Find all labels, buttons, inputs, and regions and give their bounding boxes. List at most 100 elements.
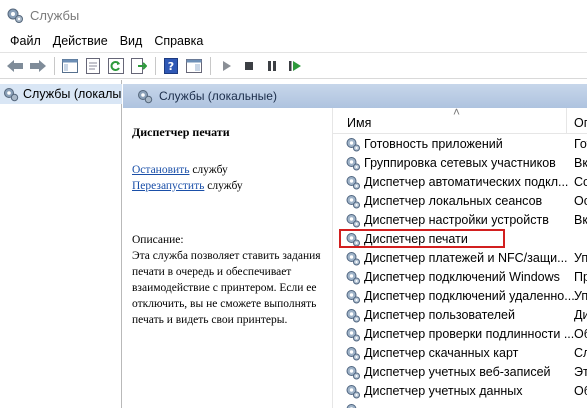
service-gear-icon: [346, 327, 360, 341]
forward-button[interactable]: [27, 55, 49, 77]
list-header: ˄ Имя Оп: [333, 105, 587, 134]
toolbar-separator: [210, 56, 211, 75]
stop-button[interactable]: [238, 55, 260, 77]
service-row-name: Диспетчер подключений Windows: [364, 269, 560, 284]
service-row[interactable]: Диспетчер подключений удаленно...Упр: [333, 286, 587, 305]
restart-button[interactable]: [284, 55, 306, 77]
service-gear-icon: [346, 156, 360, 170]
service-row-name: Диспетчер печати: [364, 231, 468, 246]
description-label: Описание:: [132, 234, 184, 246]
selected-service-row[interactable]: Диспетчер печатиЭта: [339, 229, 505, 248]
service-row-name: Диспетчер проверки подлинности ...: [364, 326, 574, 341]
service-gear-icon: [346, 175, 360, 189]
column-description-header[interactable]: Оп: [574, 116, 587, 130]
console-tree: Службы (локалы: [0, 80, 122, 408]
gears-icon: [138, 90, 153, 104]
service-gear-icon: [346, 194, 360, 208]
column-name-header[interactable]: Имя: [347, 116, 371, 130]
tree-item-label: Службы (локалы: [23, 87, 122, 101]
service-row[interactable]: Готовность приложений Гот: [333, 134, 587, 153]
service-row-name: Диспетчер пользователей: [364, 307, 515, 322]
service-gear-icon: [346, 137, 360, 151]
sort-arrow-icon: ˄: [453, 105, 461, 119]
service-gear-icon: [346, 308, 360, 322]
title-bar: Службы: [0, 0, 587, 30]
service-gear-icon: [346, 346, 360, 360]
service-row[interactable]: Диспетчер пользователей Дис: [333, 305, 587, 324]
refresh-button[interactable]: [105, 55, 127, 77]
svg-text:?: ?: [168, 60, 174, 73]
export-icon: [131, 57, 147, 74]
service-row[interactable]: [333, 400, 587, 408]
service-gear-icon: [346, 365, 360, 379]
window-title: Службы: [30, 7, 80, 23]
service-row[interactable]: Диспетчер настройки устройств Вкл: [333, 210, 587, 229]
menu-bar: Файл Действие Вид Справка: [0, 30, 587, 52]
service-row-description: Осн: [574, 193, 587, 208]
back-button[interactable]: [4, 55, 26, 77]
stop-link-line: Остановить службу: [132, 162, 331, 178]
properties-icon: [86, 57, 100, 74]
service-row-name: Группировка сетевых участников: [364, 155, 556, 170]
service-gear-icon: [346, 289, 360, 303]
properties-button[interactable]: [82, 55, 104, 77]
service-row[interactable]: Диспетчер учетных веб-записей Эта: [333, 362, 587, 381]
description-text: Эта служба позволяет ставить задания печ…: [132, 250, 321, 326]
service-row[interactable]: Диспетчер автоматических подкл... Соз: [333, 172, 587, 191]
service-row-description: Вкл: [574, 155, 587, 170]
service-row-name: Готовность приложений: [364, 136, 503, 151]
console-tree-icon: [62, 58, 78, 73]
restart-suffix: службу: [204, 180, 243, 192]
service-row[interactable]: Диспетчер проверки подлинности ...Обе: [333, 324, 587, 343]
help-button[interactable]: ?: [160, 55, 182, 77]
pane-header-label: Службы (локальные): [159, 89, 277, 103]
gears-icon: [4, 88, 19, 102]
service-gear-icon: [346, 270, 360, 284]
menu-file[interactable]: Файл: [4, 34, 47, 48]
service-name: Диспетчер печати: [132, 125, 230, 139]
column-separator[interactable]: [566, 108, 567, 134]
export-button[interactable]: [128, 55, 150, 77]
service-row-name: Диспетчер учетных веб-записей: [364, 364, 551, 379]
menu-help[interactable]: Справка: [148, 34, 209, 48]
service-row-name: Диспетчер автоматических подкл...: [364, 174, 569, 189]
service-row-description: При: [574, 269, 587, 284]
start-button[interactable]: [215, 55, 237, 77]
toolbar: ?: [0, 52, 587, 79]
start-icon: [223, 60, 231, 71]
service-row[interactable]: Диспетчер подключений Windows При: [333, 267, 587, 286]
service-row-name: Диспетчер настройки устройств: [364, 212, 549, 227]
service-row[interactable]: Группировка сетевых участников Вкл: [333, 153, 587, 172]
services-list[interactable]: ˄ Имя Оп Готовность приложений Гот Группир…: [332, 105, 587, 408]
service-row-description: Обе: [574, 383, 587, 398]
service-row-name: Диспетчер скачанных карт: [364, 345, 519, 360]
refresh-icon: [108, 57, 124, 74]
view-button[interactable]: [183, 55, 205, 77]
restart-icon: [289, 60, 301, 71]
console-tree-button[interactable]: [59, 55, 81, 77]
restart-link-line: Перезапустить службу: [132, 178, 331, 194]
menu-action[interactable]: Действие: [47, 34, 114, 48]
restart-service-link[interactable]: Перезапустить: [132, 180, 204, 192]
forward-icon: [30, 59, 46, 72]
service-row[interactable]: Диспетчер локальных сеансов Осн: [333, 191, 587, 210]
pause-button[interactable]: [261, 55, 283, 77]
stop-service-link[interactable]: Остановить: [132, 164, 189, 176]
menu-view[interactable]: Вид: [114, 34, 149, 48]
service-row[interactable]: Диспетчер скачанных карт Слу: [333, 343, 587, 362]
services-pane: Службы (локальные) Диспетчер печати Оста…: [123, 80, 587, 408]
service-row[interactable]: Диспетчер платежей и NFC/защи... Упр: [333, 248, 587, 267]
service-row[interactable]: Диспетчер учетных данных Обе: [333, 381, 587, 400]
service-row-name: Диспетчер учетных данных: [364, 383, 523, 398]
gears-icon: [7, 8, 23, 23]
tree-item-services[interactable]: Службы (локалы: [0, 84, 122, 104]
list-rows: Готовность приложений Гот Группировка сете…: [333, 134, 587, 408]
service-gear-icon: [346, 251, 360, 265]
service-row-name: Диспетчер платежей и NFC/защи...: [364, 250, 568, 265]
pause-icon: [268, 60, 276, 71]
toolbar-separator: [54, 56, 55, 75]
service-row-description: Дис: [574, 307, 587, 322]
view-icon: [186, 58, 202, 73]
toolbar-separator: [155, 56, 156, 75]
back-icon: [7, 59, 23, 72]
